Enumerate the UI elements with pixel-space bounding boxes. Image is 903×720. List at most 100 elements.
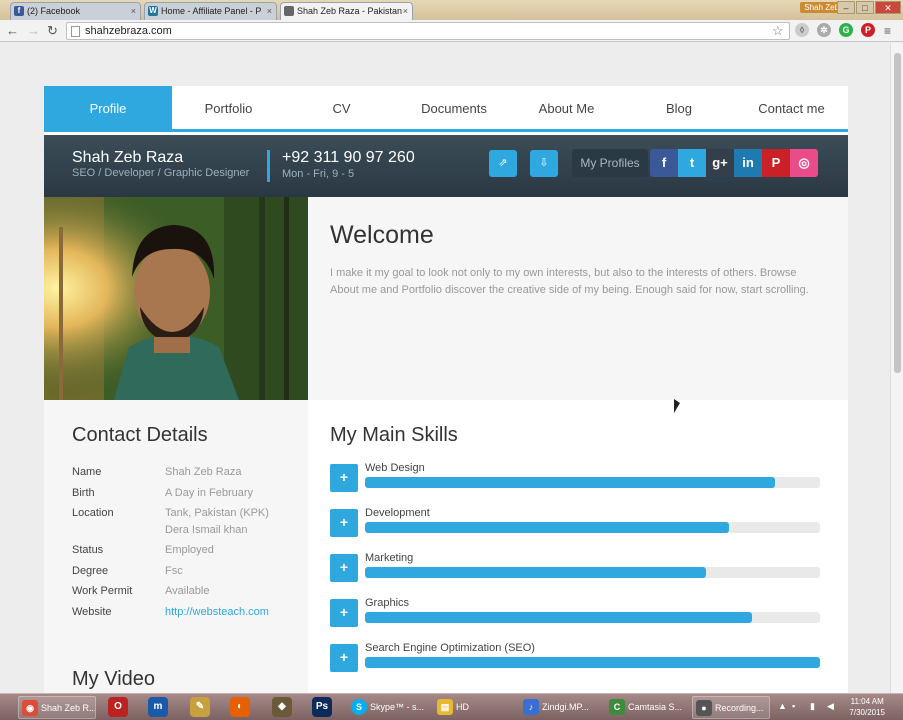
taskbar-item-skype[interactable]: S Skype™ - s... — [348, 696, 426, 719]
google-plus-icon[interactable]: g+ — [706, 149, 734, 177]
close-window-icon[interactable]: ✕ — [875, 1, 901, 14]
expand-skill-button[interactable]: + — [330, 464, 358, 492]
bookmark-star-icon[interactable]: ☆ — [772, 23, 784, 39]
skill-name: Development — [365, 507, 430, 519]
profile-photo — [44, 197, 308, 400]
skill-item: + Search Engine Optimization (SEO) — [330, 642, 820, 672]
contact-value: Shah Zeb Raza — [165, 466, 242, 478]
contact-details-title: Contact Details — [72, 424, 208, 446]
browser-tab-facebook[interactable]: f (2) Facebook × — [10, 2, 141, 20]
close-icon[interactable]: × — [131, 6, 136, 16]
my-video-title: My Video — [72, 668, 156, 690]
pinterest-icon[interactable]: P — [762, 149, 790, 177]
mouse-cursor-icon — [674, 399, 680, 413]
profile-card: Profile Portfolio CV Documents About Me … — [44, 86, 848, 693]
folder-icon: ▤ — [437, 699, 453, 715]
close-icon[interactable]: × — [403, 6, 408, 16]
profile-phone: +92 311 90 97 260 — [282, 149, 415, 166]
linkedin-icon[interactable]: in — [734, 149, 762, 177]
twitter-icon[interactable]: t — [678, 149, 706, 177]
menu-icon[interactable]: ≡ — [884, 23, 891, 39]
contact-label: Name — [72, 466, 102, 478]
page-scrollbar[interactable] — [890, 43, 903, 693]
contact-value: Available — [165, 585, 210, 597]
profile-banner: Shah Zeb Raza SEO / Developer / Graphic … — [44, 135, 848, 197]
nav-cv[interactable]: CV — [285, 86, 398, 129]
media-player-icon: ♪ — [523, 699, 539, 715]
shield-extension-icon[interactable]: ◊ — [795, 23, 809, 37]
skill-item: + Graphics — [330, 597, 820, 627]
expand-skill-button[interactable]: + — [330, 644, 358, 672]
app-icon[interactable]: ✎ — [190, 697, 210, 717]
maximize-icon[interactable]: □ — [856, 1, 874, 14]
taskbar-item-media[interactable]: ♪ Zindgi.MP... — [520, 696, 598, 719]
firefox-icon[interactable]: ◐ — [230, 697, 250, 717]
skill-bar — [365, 612, 820, 623]
clock-date: 7/30/2015 — [849, 708, 885, 717]
contact-label: Website — [72, 606, 112, 618]
system-clock[interactable]: 11:04 AM 7/30/2015 — [849, 696, 885, 718]
close-icon[interactable]: × — [267, 6, 272, 16]
opera-icon[interactable]: O — [108, 697, 128, 717]
taskbar-item-recording[interactable]: ● Recording... — [692, 696, 770, 719]
taskbar-item-chrome[interactable]: ◉ Shah Zeb R... — [18, 696, 96, 719]
tray-icon[interactable]: ▪ — [792, 701, 795, 711]
nav-portfolio[interactable]: Portfolio — [172, 86, 285, 129]
nav-profile[interactable]: Profile — [44, 86, 172, 129]
nav-contact-me[interactable]: Contact me — [735, 86, 848, 129]
welcome-text: I make it my goal to look not only to my… — [330, 267, 809, 296]
contact-label: Status — [72, 544, 104, 556]
tab-label: (2) Facebook — [27, 6, 81, 16]
photoshop-icon[interactable]: Ps — [312, 697, 332, 717]
expand-skill-button[interactable]: + — [330, 509, 358, 537]
share-button[interactable]: ⇗ — [489, 150, 517, 177]
skill-name: Graphics — [365, 597, 410, 609]
forward-icon[interactable]: → — [27, 23, 40, 39]
url-text: shahzebraza.com — [85, 25, 172, 37]
gear-extension-icon[interactable]: ✲ — [817, 23, 831, 37]
skill-bar-fill — [365, 612, 752, 623]
expand-skill-button[interactable]: + — [330, 554, 358, 582]
minimize-icon[interactable]: – — [837, 1, 855, 14]
nav-about-me[interactable]: About Me — [510, 86, 623, 129]
facebook-icon[interactable]: f — [650, 149, 678, 177]
expand-skill-button[interactable]: + — [330, 599, 358, 627]
network-icon[interactable]: ▮ — [810, 701, 815, 712]
app-icon[interactable]: m — [148, 697, 168, 717]
address-bar[interactable]: shahzebraza.com — [66, 22, 790, 40]
chrome-icon: ◉ — [22, 700, 38, 716]
window-controls: – □ ✕ — [837, 1, 901, 14]
grammarly-icon[interactable]: G — [839, 23, 853, 37]
tray-arrow-icon[interactable]: ▲ — [778, 701, 787, 711]
skill-bar-fill — [365, 657, 820, 668]
back-icon[interactable]: ← — [6, 23, 19, 39]
dribbble-icon[interactable]: ◎ — [790, 149, 818, 177]
taskbar-item-camtasia[interactable]: C Camtasia S... — [606, 696, 686, 719]
contact-label: Birth — [72, 487, 95, 499]
nav-documents[interactable]: Documents — [398, 86, 510, 129]
browser-tab-affiliate[interactable]: W Home - Affiliate Panel - P × — [144, 2, 277, 20]
reload-icon[interactable]: ↻ — [47, 23, 58, 39]
taskbar-label: Camtasia S... — [628, 702, 683, 712]
download-button[interactable]: ⇩ — [530, 150, 558, 177]
website-link[interactable]: http://websteach.com — [165, 604, 295, 621]
browser-tab-shahzeb[interactable]: Shah Zeb Raza - Pakistan × — [280, 2, 413, 20]
skill-bar — [365, 657, 820, 668]
skill-item: + Development — [330, 507, 820, 537]
browser-tab-bar: f (2) Facebook × W Home - Affiliate Pane… — [0, 0, 903, 20]
taskbar-label: Zindgi.MP... — [542, 702, 589, 712]
skill-bar-fill — [365, 477, 775, 488]
clock-time: 11:04 AM — [850, 697, 884, 706]
page-icon — [71, 26, 80, 37]
pinterest-extension-icon[interactable]: P — [861, 23, 875, 37]
scrollbar-thumb[interactable] — [894, 53, 901, 373]
taskbar-label: Recording... — [715, 703, 764, 713]
volume-icon[interactable]: ◀ — [827, 701, 834, 712]
contact-value: Employed — [165, 544, 214, 556]
tor-icon[interactable]: ◆ — [272, 697, 292, 717]
site-nav: Profile Portfolio CV Documents About Me … — [44, 86, 848, 132]
skill-bar-fill — [365, 522, 729, 533]
my-profiles-label: My Profiles — [572, 149, 648, 177]
nav-blog[interactable]: Blog — [623, 86, 735, 129]
taskbar-item-folder[interactable]: ▤ HD — [434, 696, 512, 719]
